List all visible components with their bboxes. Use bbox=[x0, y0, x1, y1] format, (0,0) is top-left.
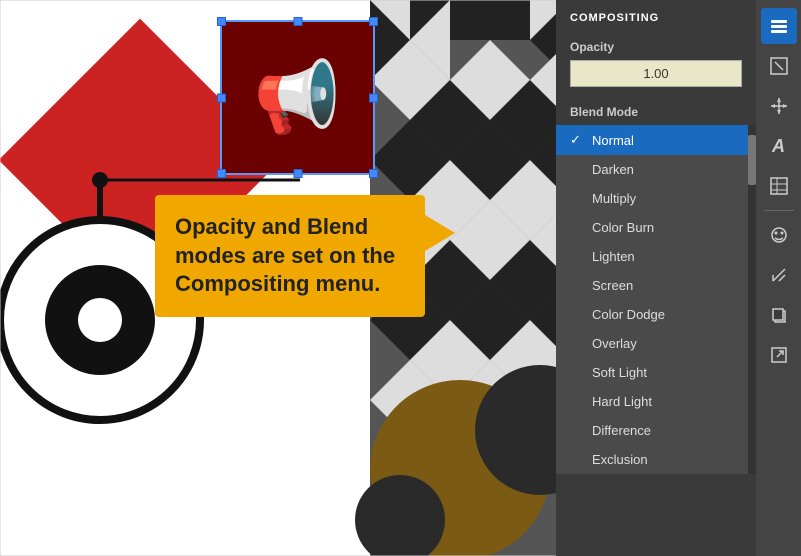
opacity-section: Opacity bbox=[556, 32, 756, 95]
blend-item-lighten[interactable]: Lighten bbox=[556, 242, 756, 271]
blend-label-exclusion: Exclusion bbox=[592, 452, 648, 467]
export-button[interactable] bbox=[761, 337, 797, 373]
scrollbar-thumb[interactable] bbox=[748, 135, 756, 185]
blend-item-overlay[interactable]: Overlay bbox=[556, 329, 756, 358]
resize-handle-bl[interactable] bbox=[217, 169, 226, 178]
copy-button[interactable] bbox=[761, 297, 797, 333]
toolbar-divider-1 bbox=[764, 210, 794, 211]
blend-label-lighten: Lighten bbox=[592, 249, 635, 264]
blend-item-darken[interactable]: Darken bbox=[556, 155, 756, 184]
table-button[interactable] bbox=[761, 168, 797, 204]
check-icon: ✓ bbox=[570, 132, 584, 148]
move-icon bbox=[769, 96, 789, 116]
selected-object[interactable]: 📢 bbox=[220, 20, 375, 175]
blend-item-multiply[interactable]: Multiply bbox=[556, 184, 756, 213]
callout-text: Opacity and Blend modes are set on the C… bbox=[175, 214, 395, 296]
blend-item-color-dodge[interactable]: Color Dodge bbox=[556, 300, 756, 329]
resize-handle-br[interactable] bbox=[369, 169, 378, 178]
blend-item-screen[interactable]: Screen bbox=[556, 271, 756, 300]
blend-mode-dropdown: ✓ Normal Darken Multiply Color Burn Ligh… bbox=[556, 125, 756, 474]
blend-label-overlay: Overlay bbox=[592, 336, 637, 351]
layers-icon bbox=[769, 16, 789, 36]
blend-item-exclusion[interactable]: Exclusion bbox=[556, 445, 756, 474]
resize-handle-mr[interactable] bbox=[369, 93, 378, 102]
table-icon bbox=[769, 176, 789, 196]
blend-label-multiply: Multiply bbox=[592, 191, 636, 206]
compositing-panel: COMPOSITING Opacity Blend Mode ✓ Normal … bbox=[556, 0, 756, 556]
resize-button[interactable] bbox=[761, 48, 797, 84]
text-button[interactable]: A bbox=[761, 128, 797, 164]
blend-item-color-burn[interactable]: Color Burn bbox=[556, 213, 756, 242]
layers-button[interactable] bbox=[761, 8, 797, 44]
resize-icon bbox=[769, 56, 789, 76]
resize-handle-ml[interactable] bbox=[217, 93, 226, 102]
resize-handle-tl[interactable] bbox=[217, 17, 226, 26]
blend-item-hard-light[interactable]: Hard Light bbox=[556, 387, 756, 416]
blend-label-color-burn: Color Burn bbox=[592, 220, 654, 235]
blend-label-darken: Darken bbox=[592, 162, 634, 177]
mask-icon bbox=[769, 225, 789, 245]
megaphone-icon: 📢 bbox=[254, 57, 341, 139]
blend-label-hard-light: Hard Light bbox=[592, 394, 652, 409]
right-toolbar: A bbox=[756, 0, 801, 556]
pen-icon bbox=[769, 265, 789, 285]
blend-label-soft-light: Soft Light bbox=[592, 365, 647, 380]
blend-mode-label: Blend Mode bbox=[556, 95, 756, 125]
blend-label-difference: Difference bbox=[592, 423, 651, 438]
mask-button[interactable] bbox=[761, 217, 797, 253]
opacity-input[interactable] bbox=[570, 60, 742, 87]
resize-handle-bc[interactable] bbox=[293, 169, 302, 178]
export-icon bbox=[769, 345, 789, 365]
move-button[interactable] bbox=[761, 88, 797, 124]
blend-label-color-dodge: Color Dodge bbox=[592, 307, 665, 322]
dropdown-scrollbar[interactable] bbox=[748, 125, 756, 474]
blend-item-difference[interactable]: Difference bbox=[556, 416, 756, 445]
panel-title: COMPOSITING bbox=[556, 0, 756, 32]
blend-item-soft-light[interactable]: Soft Light bbox=[556, 358, 756, 387]
blend-label-normal: Normal bbox=[592, 133, 634, 148]
copy-icon bbox=[769, 305, 789, 325]
resize-handle-tr[interactable] bbox=[369, 17, 378, 26]
pen-button[interactable] bbox=[761, 257, 797, 293]
opacity-label: Opacity bbox=[570, 40, 742, 54]
blend-label-screen: Screen bbox=[592, 278, 633, 293]
resize-handle-tc[interactable] bbox=[293, 17, 302, 26]
blend-item-normal[interactable]: ✓ Normal bbox=[556, 125, 756, 155]
callout-tooltip: Opacity and Blend modes are set on the C… bbox=[155, 195, 425, 317]
